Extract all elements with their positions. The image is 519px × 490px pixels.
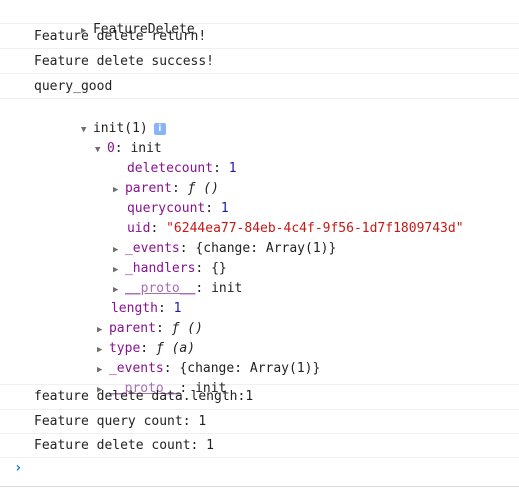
console-message: Feature query count: 1: [0, 410, 519, 434]
prop-deletecount: deletecount: 1: [126, 161, 237, 176]
log-text: query_good: [34, 79, 113, 94]
prop-proto2[interactable]: ▶ __proto__: init: [50, 362, 226, 396]
log-text: Feature delete return!: [34, 29, 207, 44]
prop-parent2[interactable]: ▶ parent: ƒ (): [50, 302, 203, 336]
log-text: Feature delete count: 1: [34, 438, 215, 453]
console-message: Feature delete count: 1: [0, 434, 519, 458]
prop-handlers[interactable]: ▶ _handlers: {}: [66, 242, 227, 276]
group-featuredelete[interactable]: ▶ FeatureDelete: [34, 3, 195, 37]
console-message: feature delete data.length:1: [0, 385, 519, 410]
console-message: Feature delete success!: [0, 49, 519, 74]
console-message: Feature delete return!: [0, 24, 519, 49]
prop-querycount: querycount: 1: [126, 201, 229, 216]
console-message: query_good: [0, 74, 519, 99]
prop-type[interactable]: ▶ type: ƒ (a): [50, 322, 195, 356]
log-text: Feature query count: 1: [34, 414, 207, 429]
console-message[interactable]: ▶ FeatureDelete: [0, 0, 519, 37]
tree-item-0[interactable]: ▼ 0: init: [48, 122, 162, 156]
prop-events[interactable]: ▶ _events: {change: Array(1)}: [66, 222, 336, 256]
tree-root-init[interactable]: ▼ init(1) i: [34, 102, 166, 136]
prop-value: init: [211, 281, 243, 296]
log-text: feature delete data.length:1: [34, 389, 254, 404]
console-prompt-icon[interactable]: ›: [14, 460, 22, 476]
prop-length: length: 1: [110, 301, 182, 316]
log-text: Feature delete success!: [34, 54, 215, 69]
prop-parent[interactable]: ▶ parent: ƒ (): [66, 162, 219, 196]
prop-proto[interactable]: ▶ __proto__: init: [66, 262, 242, 296]
prop-value: 1: [228, 161, 237, 176]
divider: [0, 486, 519, 487]
prop-events2[interactable]: ▶ _events: {change: Array(1)}: [50, 342, 320, 376]
prop-uid: uid: "6244ea77-84eb-4c4f-9f56-1d7f180974…: [126, 221, 464, 236]
console-message-object: ▼ init(1) i ▼ 0: init deletecount: 1 ▶ paren…: [0, 99, 519, 396]
